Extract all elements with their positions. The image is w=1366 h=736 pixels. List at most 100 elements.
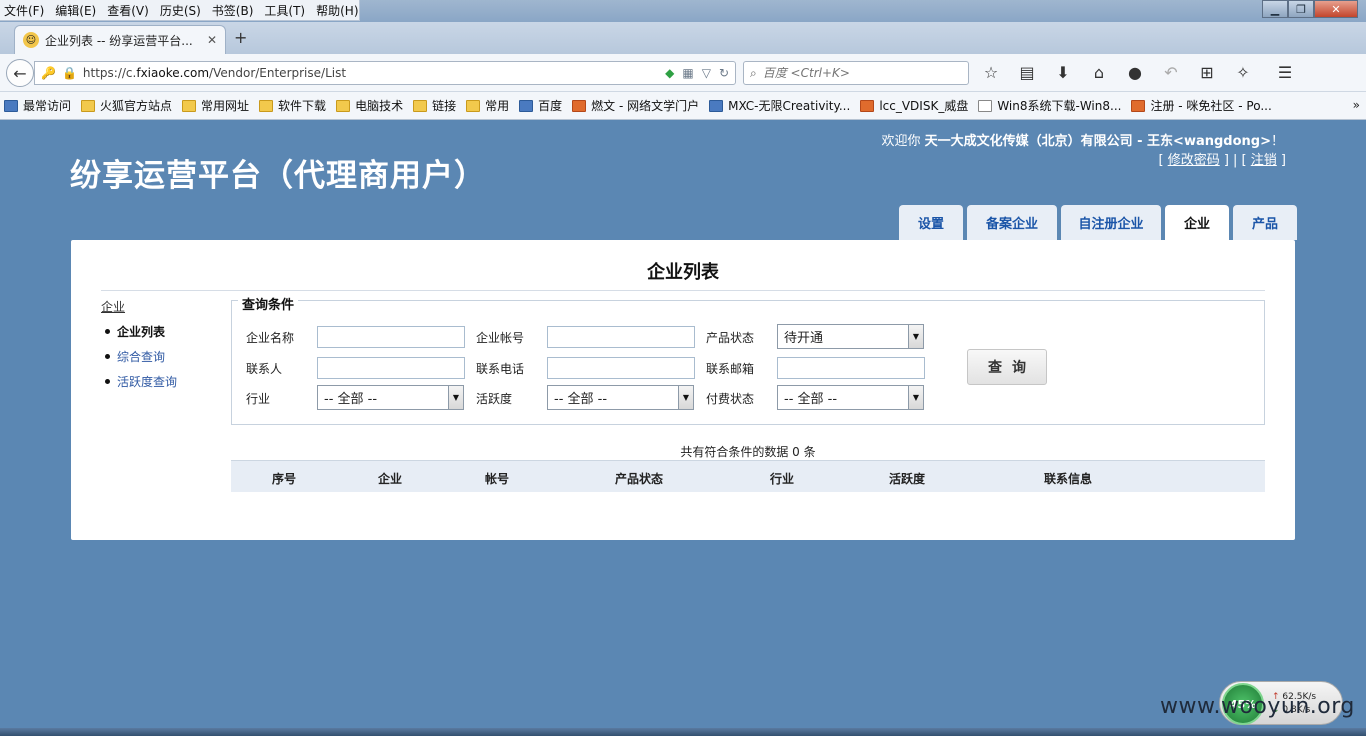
url-bar[interactable]: 🔑 🔒 https://c.fxiaoke.com/Vendor/Enterpr… xyxy=(34,61,736,85)
logout-link[interactable]: 注销 xyxy=(1251,153,1277,168)
bookmark-star-icon[interactable]: ☆ xyxy=(980,63,1002,82)
bookmark-item[interactable]: 注册 - 咪免社区 - Po... xyxy=(1131,97,1272,114)
folder-icon xyxy=(466,99,481,112)
search-bar[interactable]: ⌕ xyxy=(743,61,969,85)
chevron-right-icon[interactable]: » xyxy=(1353,98,1360,112)
enterprise-name-input[interactable] xyxy=(317,326,465,348)
label-enterprise-name: 企业名称 xyxy=(246,331,295,345)
tab-filed-enterprises[interactable]: 备案企业 xyxy=(967,205,1057,240)
menu-edit[interactable]: 编辑(E) xyxy=(55,2,96,19)
current-user: 天一大成文化传媒（北京）有限公司 - 王东<wangdong> xyxy=(924,134,1271,149)
bookmark-item[interactable]: 链接 xyxy=(413,97,456,114)
bookmark-item[interactable]: 软件下载 xyxy=(259,97,326,114)
menu-history[interactable]: 历史(S) xyxy=(160,2,201,19)
divider xyxy=(101,290,1265,291)
shield-icon[interactable]: ◆ xyxy=(665,66,674,80)
bookmarks-bar: 最常访问 火狐官方站点 常用网址 软件下载 电脑技术 链接 常用 百度 燃文 -… xyxy=(0,92,1366,120)
dropdown-chevron-icon[interactable]: ▽ xyxy=(702,66,711,80)
main-panel: 企业列表 企业 企业列表 综合查询 活跃度查询 查询条件 企业名称 企业帐号 产… xyxy=(71,240,1295,540)
label-activity: 活跃度 xyxy=(476,392,513,406)
menu-tools[interactable]: 工具(T) xyxy=(264,2,305,19)
maximize-icon[interactable]: ❐ xyxy=(1288,0,1314,18)
folder-icon xyxy=(259,99,274,112)
reload-icon[interactable]: ↻ xyxy=(719,66,729,80)
column-header: 行业 xyxy=(769,472,795,486)
enterprise-account-input[interactable] xyxy=(547,326,695,348)
column-header: 序号 xyxy=(271,472,297,486)
bookmark-item[interactable]: 最常访问 xyxy=(4,97,71,114)
change-password-link[interactable]: 修改密码 xyxy=(1168,153,1220,168)
close-tab-icon[interactable]: ✕ xyxy=(207,33,217,47)
checkmark-icon xyxy=(572,99,587,112)
bookmark-item[interactable]: 常用 xyxy=(466,97,509,114)
undo-icon[interactable]: ↶ xyxy=(1160,63,1182,82)
taskbar xyxy=(0,728,1366,736)
bookmark-item[interactable]: Win8系统下载-Win8... xyxy=(978,97,1121,114)
download-icon[interactable]: ⬇ xyxy=(1052,63,1074,82)
reader-icon[interactable]: ▤ xyxy=(1016,63,1038,82)
menu-hamburger-icon[interactable]: ☰ xyxy=(1274,63,1296,82)
side-nav-heading[interactable]: 企业 xyxy=(101,298,221,315)
dropdown-arrow-icon: ▼ xyxy=(678,386,693,409)
folder-icon xyxy=(81,99,96,112)
back-icon[interactable]: ← xyxy=(6,59,34,87)
dropdown-arrow-icon: ▼ xyxy=(908,386,923,409)
menu-bookmarks[interactable]: 书签(B) xyxy=(212,2,254,19)
crop-icon[interactable]: ⊞ xyxy=(1196,63,1218,82)
minimize-icon[interactable]: ▁ xyxy=(1262,0,1288,18)
contact-email-input[interactable] xyxy=(777,357,925,379)
browser-tab-active[interactable]: ☺ 企业列表 -- 纷享运营平台... ✕ xyxy=(14,25,226,54)
menu-file[interactable]: 文件(F) xyxy=(4,2,44,19)
bookmark-item[interactable]: 电脑技术 xyxy=(336,97,403,114)
column-header: 联系信息 xyxy=(1043,472,1093,486)
column-header: 帐号 xyxy=(484,472,510,486)
bottle-icon xyxy=(709,99,724,112)
bookmark-item[interactable]: MXC-无限Creativity... xyxy=(709,97,850,114)
window-titlebar: 文件(F) 编辑(E) 查看(V) 历史(S) 书签(B) 工具(T) 帮助(H… xyxy=(0,0,1366,22)
tab-enterprise[interactable]: 企业 xyxy=(1165,205,1229,240)
side-nav-item-enterprise-list[interactable]: 企业列表 xyxy=(101,323,221,340)
bookmark-item[interactable]: 火狐官方站点 xyxy=(81,97,172,114)
payment-status-select[interactable]: -- 全部 -- ▼ xyxy=(777,385,924,410)
browser-tab-title: 企业列表 -- 纷享运营平台... xyxy=(45,33,193,48)
search-input[interactable] xyxy=(762,66,953,80)
activity-select[interactable]: -- 全部 -- ▼ xyxy=(547,385,694,410)
label-product-status: 产品状态 xyxy=(706,331,755,345)
search-icon: ⌕ xyxy=(750,65,757,80)
favicon-icon: ☺ xyxy=(23,32,39,48)
tab-products[interactable]: 产品 xyxy=(1233,205,1297,240)
main-nav-tabs: 设置 备案企业 自注册企业 企业 产品 xyxy=(899,205,1297,240)
folder-icon xyxy=(336,99,351,112)
extension-icon[interactable]: ✧ xyxy=(1232,63,1254,82)
bookmark-item[interactable]: 燃文 - 网络文学门户 xyxy=(572,97,699,114)
industry-select[interactable]: -- 全部 -- ▼ xyxy=(317,385,464,410)
folder-icon xyxy=(413,99,428,112)
qr-code-icon[interactable]: ▦ xyxy=(682,66,693,80)
home-icon[interactable]: ⌂ xyxy=(1088,63,1110,82)
contact-phone-input[interactable] xyxy=(547,357,695,379)
user-links: [ 修改密码 ] | [ 注销 ] xyxy=(1158,153,1286,168)
side-nav: 企业 企业列表 综合查询 活跃度查询 xyxy=(101,298,221,398)
close-window-icon[interactable]: ✕ xyxy=(1314,0,1358,18)
url-text: https://c.fxiaoke.com/Vendor/Enterprise/… xyxy=(82,66,347,80)
label-contact-phone: 联系电话 xyxy=(476,362,525,376)
key-icon[interactable]: 🔑 xyxy=(41,66,56,80)
paw-icon xyxy=(519,99,534,112)
tab-self-registered-enterprises[interactable]: 自注册企业 xyxy=(1061,205,1161,240)
side-nav-item-activity-query[interactable]: 活跃度查询 xyxy=(101,373,221,390)
bullet-icon xyxy=(105,379,110,384)
chat-icon[interactable]: ● xyxy=(1124,63,1146,82)
bookmark-item[interactable]: lcc_VDISK_威盘 xyxy=(860,97,968,114)
contact-person-input[interactable] xyxy=(317,357,465,379)
bullet-icon xyxy=(105,329,110,334)
bookmark-item[interactable]: 百度 xyxy=(519,97,562,114)
query-button[interactable]: 查询 xyxy=(967,349,1047,385)
menu-view[interactable]: 查看(V) xyxy=(107,2,149,19)
tab-settings[interactable]: 设置 xyxy=(899,205,963,240)
new-tab-icon[interactable]: + xyxy=(234,28,247,47)
product-status-select[interactable]: 待开通 ▼ xyxy=(777,324,924,349)
menu-help[interactable]: 帮助(H) xyxy=(316,2,358,19)
bookmark-icon xyxy=(4,99,18,112)
side-nav-item-comprehensive-query[interactable]: 综合查询 xyxy=(101,348,221,365)
bookmark-item[interactable]: 常用网址 xyxy=(182,97,249,114)
